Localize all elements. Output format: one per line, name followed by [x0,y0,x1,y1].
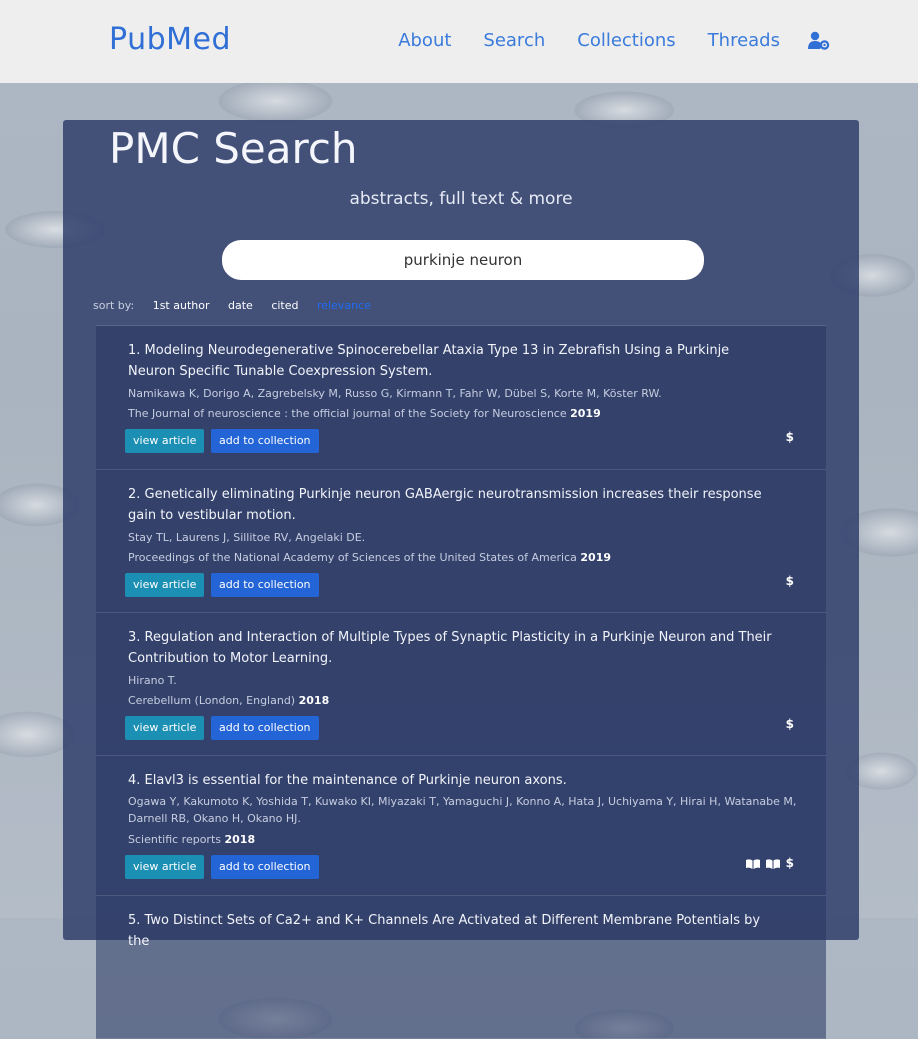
dollar-icon[interactable]: $ [786,717,794,731]
result-icons: $ [745,856,794,870]
sort-option-relevance[interactable]: relevance [317,299,371,312]
user-settings-icon[interactable] [808,31,830,51]
result-item: 2. Genetically eliminating Purkinje neur… [96,470,826,613]
result-authors: Hirano T. [128,674,177,687]
result-item: 4. Elavl3 is essential for the maintenan… [96,756,826,896]
add-to-collection-button[interactable]: add to collection [211,573,319,597]
navbar: PubMed About Search Collections Threads [0,0,918,83]
publication-year: 2019 [580,551,612,564]
result-title[interactable]: 5. Two Distinct Sets of Ca2+ and K+ Chan… [128,910,778,952]
sort-option-1st-author[interactable]: 1st author [153,299,210,312]
result-authors: Ogawa Y, Kakumoto K, Yoshida T, Kuwako K… [128,795,797,825]
result-title[interactable]: 2. Genetically eliminating Purkinje neur… [128,484,778,526]
result-item: 1. Modeling Neurodegenerative Spinocereb… [96,326,826,470]
view-article-button[interactable]: view article [125,716,205,740]
view-article-button[interactable]: view article [125,855,205,879]
result-journal: Scientific reports 2018 [128,833,255,846]
book-icon[interactable] [765,858,780,869]
journal-name: Cerebellum (London, England) [128,694,296,707]
result-journal: Proceedings of the National Academy of S… [128,551,611,564]
add-to-collection-button[interactable]: add to collection [211,716,319,740]
result-icons: $ [786,574,794,588]
add-to-collection-button[interactable]: add to collection [211,855,319,879]
search-panel: PMC Search abstracts, full text & more s… [63,120,859,1039]
sort-label: sort by: [93,299,135,312]
sort-bar: sort by: 1st author date cited relevance [93,299,386,312]
result-title[interactable]: 4. Elavl3 is essential for the maintenan… [128,770,778,791]
dollar-icon[interactable]: $ [786,856,794,870]
add-to-collection-button[interactable]: add to collection [211,429,319,453]
journal-name: The Journal of neuroscience : the offici… [128,407,567,420]
sort-option-cited[interactable]: cited [271,299,298,312]
search-input[interactable] [222,240,704,280]
nav-link-threads[interactable]: Threads [708,30,780,51]
result-item: 3. Regulation and Interaction of Multipl… [96,613,826,756]
result-journal: Cerebellum (London, England) 2018 [128,694,329,707]
result-title[interactable]: 1. Modeling Neurodegenerative Spinocereb… [128,340,778,382]
nav-link-collections[interactable]: Collections [577,30,675,51]
book-icon[interactable] [745,858,760,869]
dollar-icon[interactable]: $ [786,430,794,444]
publication-year: 2018 [298,694,330,707]
nav-links: About Search Collections Threads [366,30,830,51]
result-journal: The Journal of neuroscience : the offici… [128,407,601,420]
journal-name: Scientific reports [128,833,221,846]
sort-option-date[interactable]: date [228,299,253,312]
publication-year: 2018 [224,833,256,846]
result-icons: $ [786,430,794,444]
nav-link-search[interactable]: Search [483,30,545,51]
nav-link-about[interactable]: About [398,30,451,51]
result-title[interactable]: 3. Regulation and Interaction of Multipl… [128,627,778,669]
dollar-icon[interactable]: $ [786,574,794,588]
result-item: 5. Two Distinct Sets of Ca2+ and K+ Chan… [96,896,826,1039]
results-list: 1. Modeling Neurodegenerative Spinocereb… [96,325,826,1039]
result-authors: Stay TL, Laurens J, Sillitoe RV, Angelak… [128,531,366,544]
journal-name: Proceedings of the National Academy of S… [128,551,577,564]
page-title: PMC Search [109,124,358,173]
brand-logo[interactable]: PubMed [109,22,231,57]
publication-year: 2019 [570,407,601,420]
result-icons: $ [786,717,794,731]
result-authors: Namikawa K, Dorigo A, Zagrebelsky M, Rus… [128,387,662,400]
view-article-button[interactable]: view article [125,573,205,597]
view-article-button[interactable]: view article [125,429,205,453]
page-subtitle: abstracts, full text & more [349,189,573,209]
